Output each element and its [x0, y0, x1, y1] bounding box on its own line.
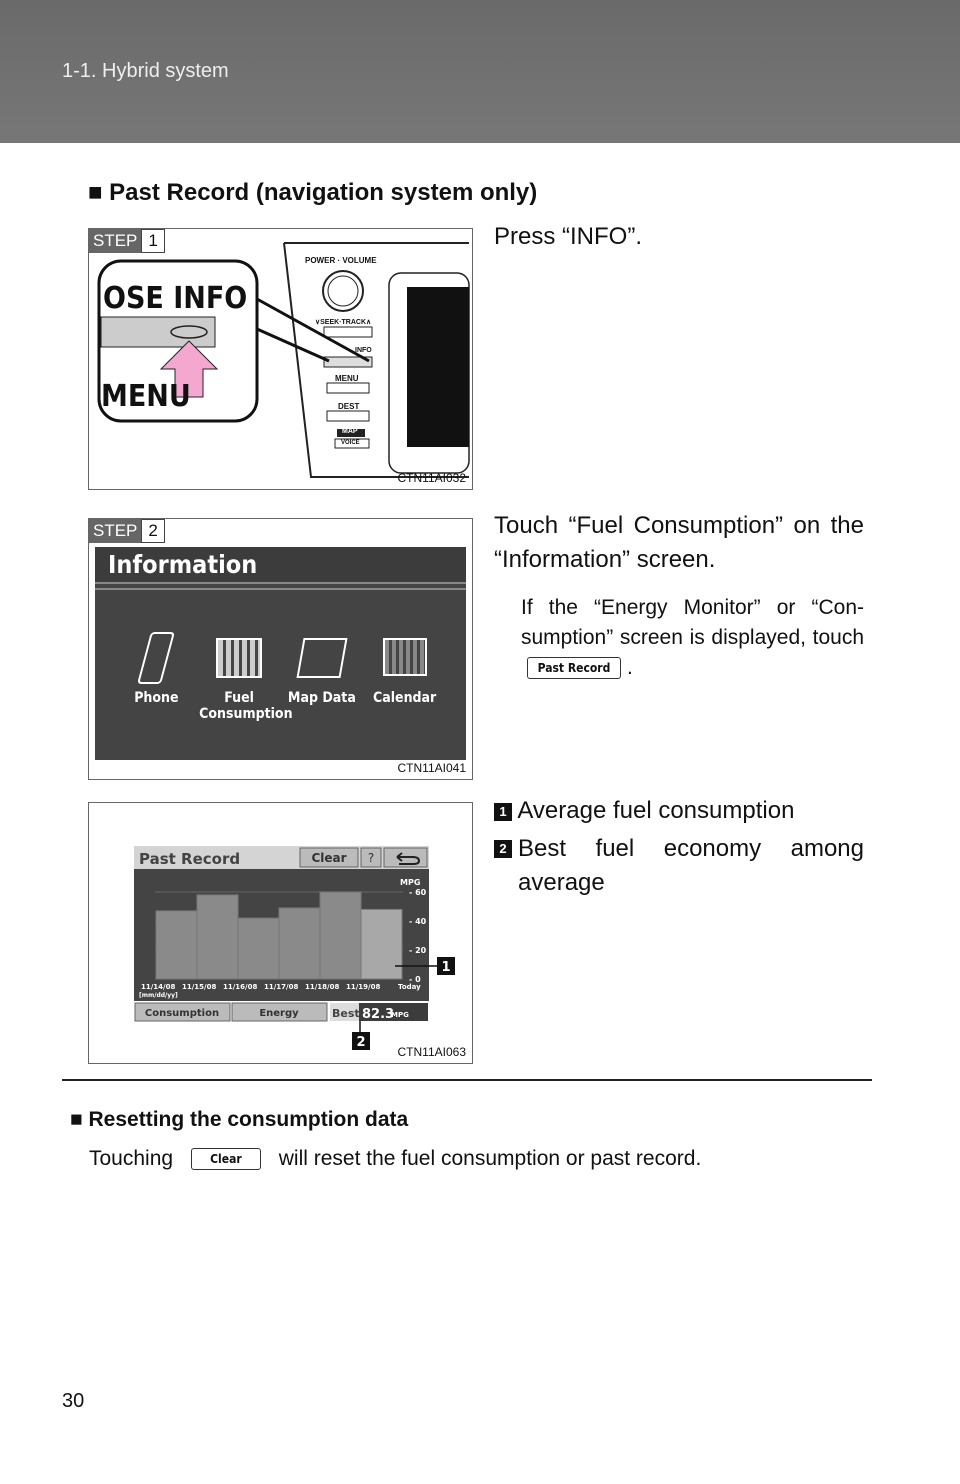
energy-tab-label: Energy [259, 1008, 299, 1019]
callout-number-2: 2 [356, 1035, 365, 1050]
clear-button-label: Clear [311, 851, 346, 865]
menu-item-map-data[interactable]: Map Data [282, 632, 362, 722]
legend-item-1: 1 Average fuel consumption [494, 794, 864, 828]
chart-bar [278, 907, 321, 980]
past-record-figure: Past Record Clear? - 0- 20- 40- 60 MPG 11/14… [88, 802, 473, 1064]
map-button-label: MAP [342, 428, 358, 435]
x-tick-label: 11/18/08 [305, 983, 339, 991]
x-tick-label: 11/14/08 [141, 983, 175, 991]
figure-code: CTN11AI041 [397, 761, 466, 775]
chart-bar [237, 917, 280, 980]
information-screen: Information Phone Fuel Consumption Map D… [95, 547, 466, 760]
figure-code: CTN11AI032 [397, 471, 466, 485]
x-tick-label: 11/16/08 [223, 983, 257, 991]
step2-note: If the “Energy Monitor” or “Con-sumption… [521, 596, 864, 680]
y-tick-label: - 20 [409, 946, 427, 955]
screen-title: Information [95, 547, 466, 582]
figure-code: CTN11AI063 [397, 1045, 466, 1059]
audio-panel-illustration [97, 242, 470, 478]
divider [62, 1079, 872, 1081]
step2-instruction: Touch “Fuel Consumption” on the “Informa… [494, 512, 864, 573]
chart-bar [155, 910, 198, 980]
chart-bar [319, 891, 362, 980]
menu-item-calendar[interactable]: Calendar [365, 632, 445, 722]
y-tick-label: - 40 [409, 917, 427, 926]
menu-item-phone[interactable]: Phone [116, 632, 196, 722]
past-record-button-image: Past Record [527, 657, 621, 680]
chart-bar [360, 908, 403, 980]
reset-text: Touching Clear will reset the fuel consu… [89, 1147, 702, 1171]
info-button-label: INFO [355, 347, 372, 354]
legend-item-2: 2 Best fuel economy among average [494, 832, 864, 900]
consumption-tab-label: Consumption [145, 1008, 219, 1019]
best-unit: MPG [391, 1011, 409, 1019]
zoom-label-info: OSE INFO [103, 281, 248, 316]
past-record-chart: Past Record Clear ?- 0- 20- 40- 60MPG11/14… [134, 846, 455, 1050]
chart-bar [196, 894, 239, 980]
help-button-label: ? [368, 851, 374, 865]
dest-button-label: DEST [338, 402, 360, 411]
callout-number-1: 1 [441, 960, 450, 975]
step1-instruction: Press “INFO”. [494, 223, 642, 250]
calendar-icon [382, 638, 427, 676]
screen-title: Past Record [139, 850, 240, 868]
phone-icon [137, 632, 176, 684]
page-number: 30 [62, 1390, 85, 1412]
reset-heading: ■ Resetting the consumption data [70, 1108, 409, 1131]
zoom-label-menu: MENU [101, 379, 191, 414]
x-tick-label: 11/19/08 [346, 983, 380, 991]
date-format-label: [mm/dd/yy] [139, 992, 178, 999]
menu-item-fuel-consumption[interactable]: Fuel Consumption [199, 632, 293, 722]
section-heading: ■ Past Record (navigation system only) [88, 179, 538, 206]
best-label: Best [332, 1007, 360, 1020]
manual-page: 1-1. Hybrid system ■ Past Record (naviga… [0, 0, 960, 1484]
seek-track-label: ∨SEEK·TRACK∧ [315, 319, 372, 326]
bar-chart-icon [216, 638, 263, 678]
map-icon [296, 638, 348, 678]
menu-button-label: MENU [335, 374, 359, 383]
step2-figure: STEP 2 Information Phone Fuel Consumption… [88, 518, 473, 780]
y-axis-unit: MPG [400, 878, 420, 887]
voice-button-label: VOICE [341, 440, 360, 446]
section-title: 1-1. Hybrid system [62, 60, 229, 82]
power-volume-label: POWER · VOLUME [305, 256, 377, 265]
x-tick-label: Today [398, 983, 421, 991]
step-badge: STEP 2 [89, 519, 165, 543]
x-tick-label: 11/17/08 [264, 983, 298, 991]
page-header: 1-1. Hybrid system [0, 0, 960, 143]
step1-figure: STEP 1 OSE INFO MENU POWER · VOLUME ∨SEEK… [88, 228, 473, 490]
clear-button-image: Clear [190, 1148, 261, 1171]
y-tick-label: - 60 [409, 888, 427, 897]
best-value: 82.3 [362, 1007, 394, 1022]
x-tick-label: 11/15/08 [182, 983, 216, 991]
